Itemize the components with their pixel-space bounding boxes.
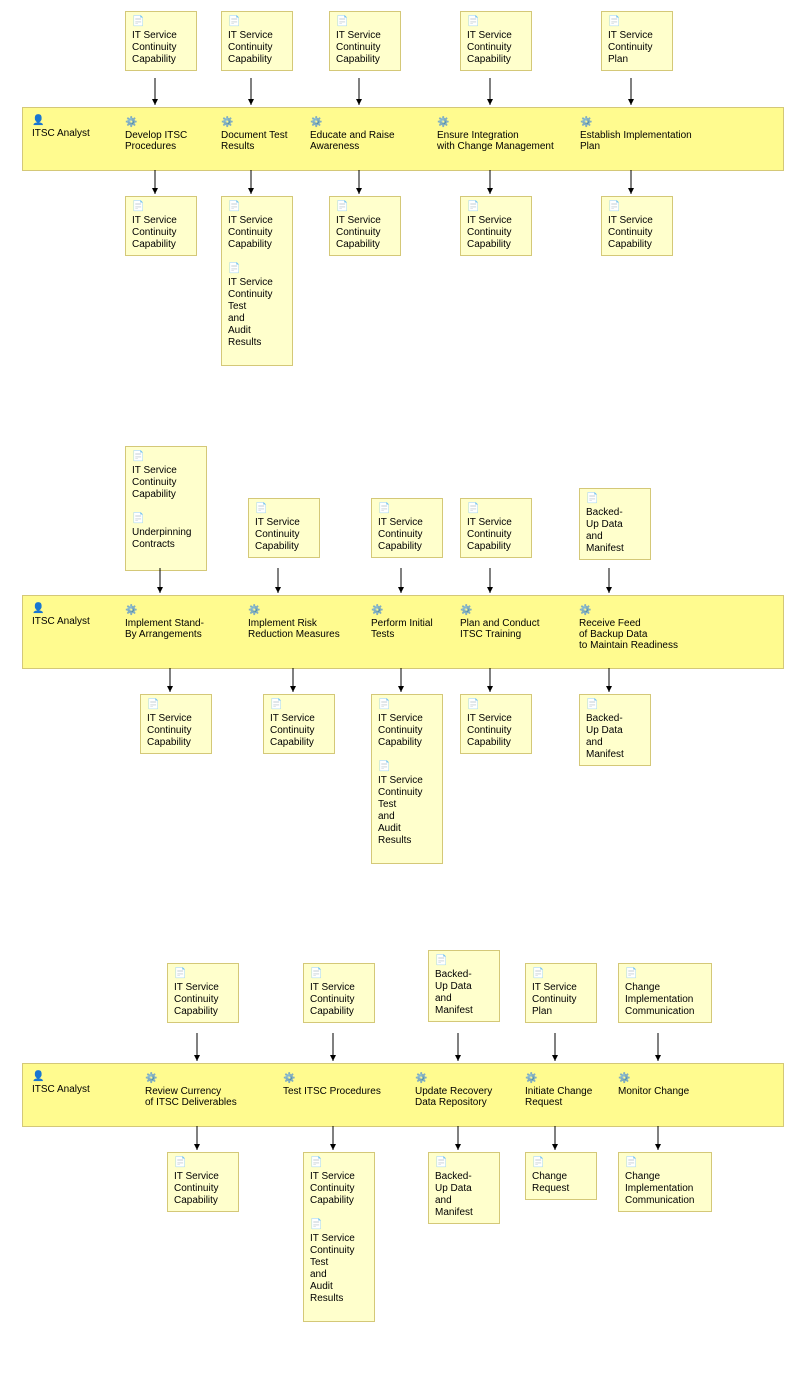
- connectors: [0, 0, 804, 1387]
